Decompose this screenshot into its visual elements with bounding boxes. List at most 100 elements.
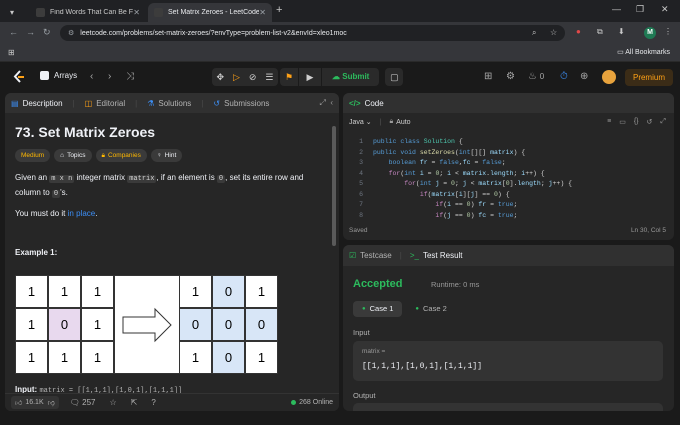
star-icon[interactable]: ☆ (109, 398, 116, 407)
code-line[interactable]: 1 public class Solution { (343, 138, 674, 149)
description-scrollbar[interactable] (332, 121, 336, 391)
tab-description[interactable]: ▤ Description | (11, 99, 75, 108)
line-number: 1 (359, 138, 363, 145)
tab-submissions[interactable]: ↺ Submissions (213, 99, 269, 108)
all-bookmarks-label: All Bookmarks (625, 49, 670, 56)
case-1-button[interactable]: ● Case 1 (353, 301, 403, 317)
hint-badge[interactable]: ♀ Hint (150, 149, 183, 162)
case-2-button[interactable]: ● Case 2 (406, 301, 455, 317)
play-outline-icon[interactable]: ▷ (233, 72, 240, 83)
all-bookmarks[interactable]: ▭ All Bookmarks (617, 48, 670, 56)
back-icon[interactable]: ← (9, 27, 18, 37)
tab-solutions[interactable]: ⚗ Solutions | (147, 99, 203, 108)
hide-icon[interactable]: ⊘ (249, 72, 257, 83)
tab-label: Test Result (422, 251, 463, 260)
code-text: if(i == 0) fr = true; (435, 201, 518, 208)
reset-icon[interactable]: ↺ (647, 118, 653, 126)
in-place-link[interactable]: in place (68, 209, 96, 218)
shuffle-icon[interactable]: ⤨ (126, 71, 134, 82)
matrix-cell: 0 (48, 308, 81, 341)
history-icon: ↺ (213, 98, 221, 108)
thumbs-down-icon[interactable]: 👎︎ (48, 398, 55, 407)
url-bar[interactable]: ⚙ leetcode.com/problems/set-matrix-zeroe… (60, 25, 565, 41)
code-line[interactable]: 3 boolean fr = false,fc = false; (343, 159, 674, 170)
next-problem-icon[interactable]: › (108, 71, 111, 82)
run-button[interactable]: ▶ (299, 68, 321, 86)
code-text: public void setZeroes(int[][] matrix) { (373, 148, 526, 156)
case-selector: ● Case 1 ● Case 2 (353, 301, 460, 317)
close-icon[interactable]: ✕ (133, 8, 140, 17)
premium-button[interactable]: Premium (625, 69, 673, 86)
submit-button[interactable]: ☁ Submit (322, 68, 380, 86)
tab-editorial[interactable]: ◫ Editorial | (85, 99, 138, 108)
drag-handle-icon[interactable]: ✥ (216, 72, 224, 83)
settings-gear-icon[interactable]: ⚙ (506, 71, 515, 82)
tab-search-icon-button[interactable]: ▾ (4, 3, 30, 22)
browser-tab-2[interactable]: Set Matrix Zeroes - LeetCode ✕ (148, 3, 272, 22)
expand-icon[interactable]: ⤢ ‹ (319, 98, 333, 108)
maximize-icon[interactable]: ❐ (636, 4, 644, 15)
inline-code: matrix (127, 175, 157, 183)
format-icon[interactable]: ≡ (607, 118, 611, 126)
bookmark-icon[interactable]: ▭ (619, 118, 626, 126)
reload-icon[interactable]: ↻ (43, 27, 51, 38)
tab-test-result[interactable]: >_ Test Result (410, 251, 463, 260)
extensions-puzzle-icon[interactable]: ⧉ (597, 27, 603, 37)
debug-icon[interactable]: ⚑ (280, 68, 298, 86)
browser-tab-1[interactable]: Find Words That Can Be Forme ✕ (30, 3, 146, 22)
badge-label: Hint (164, 152, 177, 159)
downloads-icon[interactable]: ⬇ (618, 27, 625, 36)
bookmark-star-icon[interactable]: ☆ (550, 28, 557, 37)
matrix-cell: 0 (212, 308, 245, 341)
code-line[interactable]: 2 public void setZeroes(int[][] matrix) { (343, 149, 674, 160)
extension-icon[interactable]: ● (576, 27, 581, 36)
apps-grid-icon[interactable]: ⊞ (8, 48, 15, 57)
leetcode-logo-icon[interactable] (12, 70, 25, 84)
close-icon[interactable]: ✕ (259, 8, 266, 17)
forward-icon[interactable]: → (26, 27, 35, 37)
close-window-icon[interactable]: ✕ (661, 4, 669, 15)
timer-icon[interactable]: ⏱ (560, 71, 568, 82)
code-line[interactable]: 5 for(int j = 0; j < matrix[0].length; j… (343, 180, 674, 191)
help-icon[interactable]: ? (151, 398, 155, 407)
tab-label: Testcase (360, 251, 392, 260)
scroll-thumb[interactable] (332, 126, 336, 246)
companies-badge[interactable]: 🔒︎ Companies (95, 149, 147, 162)
tab-testcase[interactable]: ☑ Testcase (349, 251, 392, 260)
problem-list-button[interactable]: Arrays (40, 71, 77, 80)
fullscreen-icon[interactable]: ⤢ (660, 118, 666, 126)
matrix-cell: 1 (48, 275, 81, 308)
code-line[interactable]: 8 if(j == 0) fc = true; (343, 212, 674, 220)
streak-flame-icon[interactable]: ♨ 0 (528, 71, 544, 82)
topics-badge[interactable]: ⌂ Topics (54, 149, 92, 162)
comments-button[interactable]: 🗨︎ 257 (70, 398, 96, 407)
problem-title[interactable]: 73. Set Matrix Zeroes (15, 124, 325, 140)
language-select[interactable]: Java ⌄ (349, 118, 372, 126)
grid-layout-icon[interactable]: ⊞ (484, 71, 492, 82)
code-editor[interactable]: 1 public class Solution {2 public void set… (343, 135, 674, 219)
notes-icon[interactable]: ▢ (385, 68, 404, 86)
code-line[interactable]: 7 if(i == 0) fr = true; (343, 201, 674, 212)
result-tabs: ☑ Testcase | >_ Test Result (343, 245, 674, 266)
add-friend-icon[interactable]: ⊕ (580, 71, 588, 82)
code-line[interactable]: 6 if(matrix[i][j] == 0) { (343, 191, 674, 202)
matrix-before-image: 111101111 (15, 275, 114, 374)
settings-sliders-icon[interactable]: ☰ (265, 72, 273, 83)
prev-problem-icon[interactable]: ‹ (90, 71, 93, 82)
new-tab-icon[interactable]: + (276, 4, 282, 16)
tag-icon: ⌂ (60, 152, 65, 159)
code-line[interactable]: 4 for(int i = 0; i < matrix.length; i++)… (343, 170, 674, 181)
url-text: leetcode.com/problems/set-matrix-zeroes/… (80, 29, 347, 37)
profile-avatar[interactable]: M (644, 27, 656, 39)
share-icon[interactable]: ⇱ (131, 398, 138, 407)
user-avatar[interactable] (602, 70, 616, 84)
terminal-icon: >_ (409, 251, 419, 260)
like-button[interactable]: 👍︎ 16.1K 👎︎ (11, 396, 59, 409)
streak-count: 0 (539, 72, 545, 81)
minimize-icon[interactable]: — (612, 4, 621, 14)
site-info-icon[interactable]: ⚙ (68, 29, 74, 37)
zoom-icon[interactable]: ⌕ (532, 28, 536, 38)
menu-kebab-icon[interactable]: ⋮ (664, 27, 672, 36)
braces-icon[interactable]: {} (634, 118, 639, 126)
problem-list-label: Arrays (54, 71, 78, 80)
